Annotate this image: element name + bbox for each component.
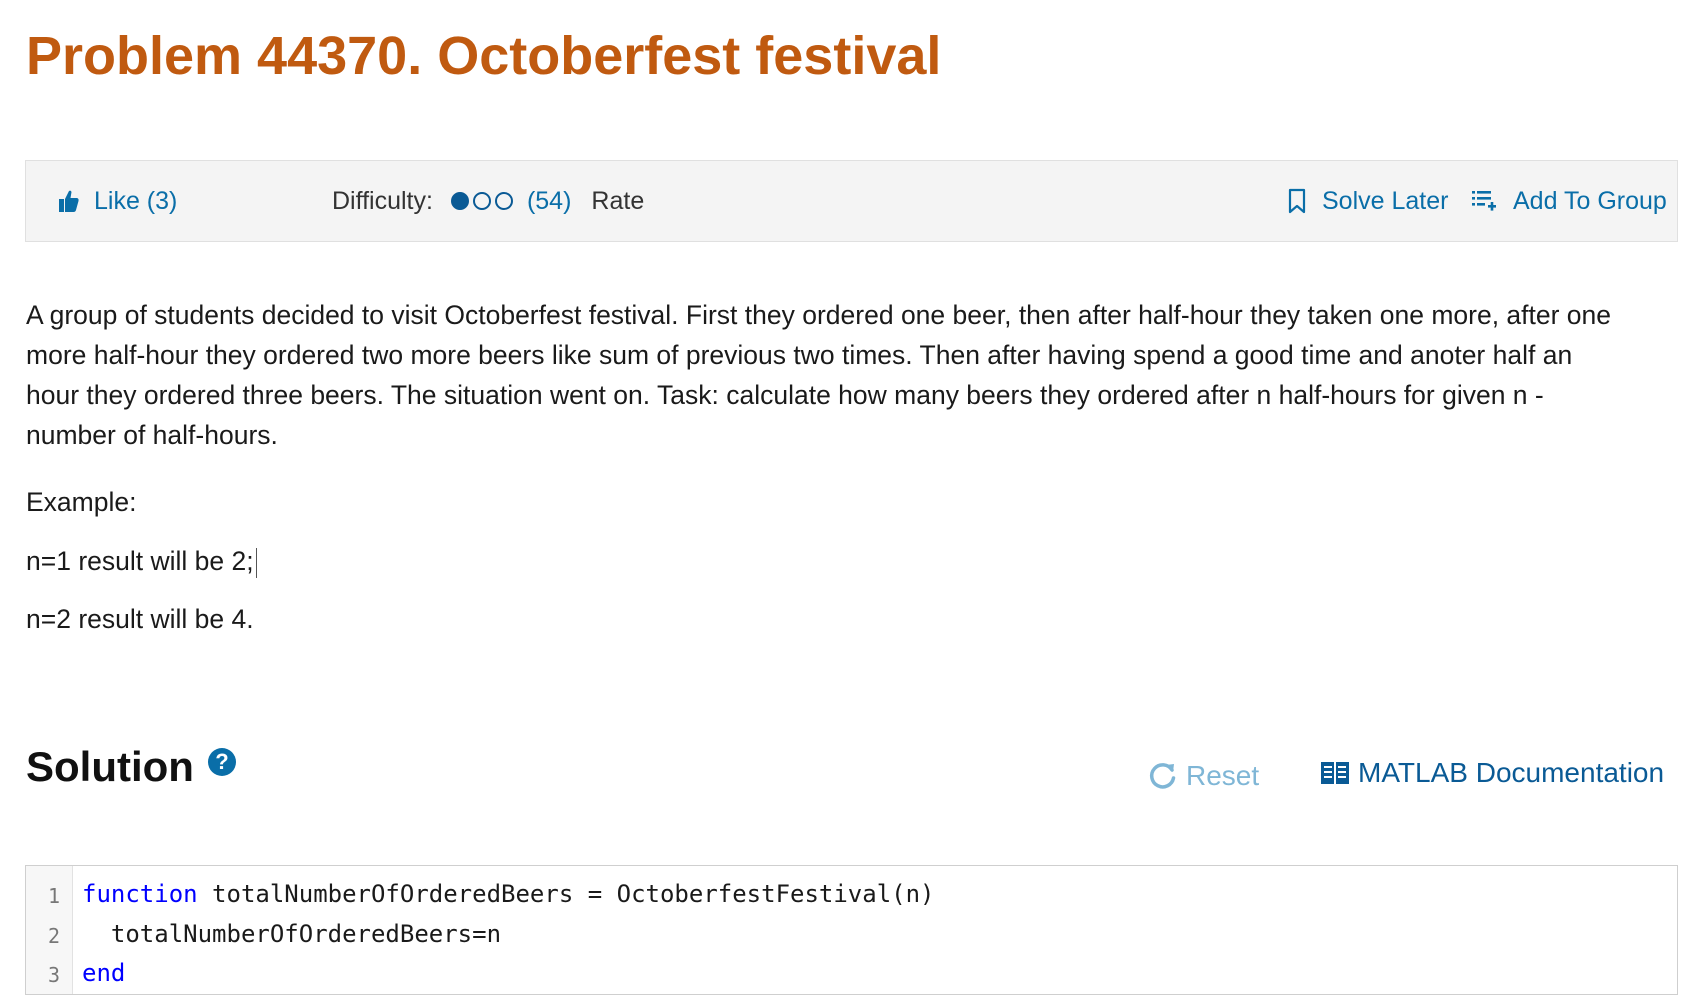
playlist-add-icon <box>1472 191 1496 211</box>
thumbs-up-icon <box>59 190 79 212</box>
book-icon <box>1321 762 1349 784</box>
refresh-icon <box>1149 763 1176 789</box>
example-line-1: n=1 result will be 2; <box>26 541 257 581</box>
like-button[interactable]: Like (3) <box>58 161 177 241</box>
keyword-function: function <box>82 880 198 908</box>
code-line-2[interactable]: totalNumberOfOrderedBeers=n <box>82 920 501 948</box>
add-to-group-label: Add To Group <box>1513 186 1667 215</box>
add-to-group-button[interactable]: Add To Group <box>1471 161 1667 241</box>
doc-label: MATLAB Documentation <box>1358 757 1665 788</box>
like-label: Like (3) <box>94 186 178 215</box>
rate-button[interactable]: Rate <box>591 187 644 216</box>
line-number-gutter: 1 2 3 <box>26 866 73 994</box>
text-cursor <box>255 548 257 578</box>
solution-heading: Solution ? <box>26 742 236 792</box>
difficulty-rating: Difficulty: (54) Rate <box>332 161 644 241</box>
example-label: Example: <box>26 487 137 517</box>
reset-button[interactable]: Reset <box>1148 760 1259 792</box>
page-title: Problem 44370. Octoberfest festival <box>26 26 942 86</box>
example-text-1: n=1 result will be 2; <box>26 546 254 576</box>
difficulty-dot-empty <box>494 192 513 210</box>
difficulty-dots <box>450 192 517 210</box>
line-number: 1 <box>47 884 60 908</box>
difficulty-dot-empty <box>472 192 491 210</box>
solve-later-button[interactable]: Solve Later <box>1288 161 1448 241</box>
keyword-end: end <box>82 959 126 987</box>
code-line-3[interactable]: end <box>82 959 125 987</box>
difficulty-dot-filled <box>450 192 469 210</box>
line-number: 2 <box>47 924 60 948</box>
solution-title: Solution <box>26 743 194 790</box>
code-editor[interactable]: 1 2 3 function totalNumberOfOrderedBeers… <box>25 865 1678 995</box>
difficulty-count-link[interactable]: (54) <box>527 187 571 216</box>
bookmark-icon <box>1288 188 1306 214</box>
difficulty-label: Difficulty: <box>332 186 433 215</box>
problem-description: A group of students decided to visit Oct… <box>26 295 1616 465</box>
example-line-2: n=2 result will be 4. <box>26 604 254 634</box>
help-icon[interactable]: ? <box>207 748 236 776</box>
matlab-documentation-link[interactable]: MATLAB Documentation <box>1320 757 1664 789</box>
solve-later-label: Solve Later <box>1322 186 1449 215</box>
problem-toolbar: Like (3) Difficulty: (54) Rate Solve Lat… <box>25 160 1678 242</box>
code-text: totalNumberOfOrderedBeers = OctoberfestF… <box>197 880 935 908</box>
line-number: 3 <box>47 963 60 987</box>
code-line-1[interactable]: function totalNumberOfOrderedBeers = Oct… <box>82 880 935 908</box>
description-paragraph: A group of students decided to visit Oct… <box>26 300 1612 450</box>
reset-label: Reset <box>1186 760 1260 791</box>
